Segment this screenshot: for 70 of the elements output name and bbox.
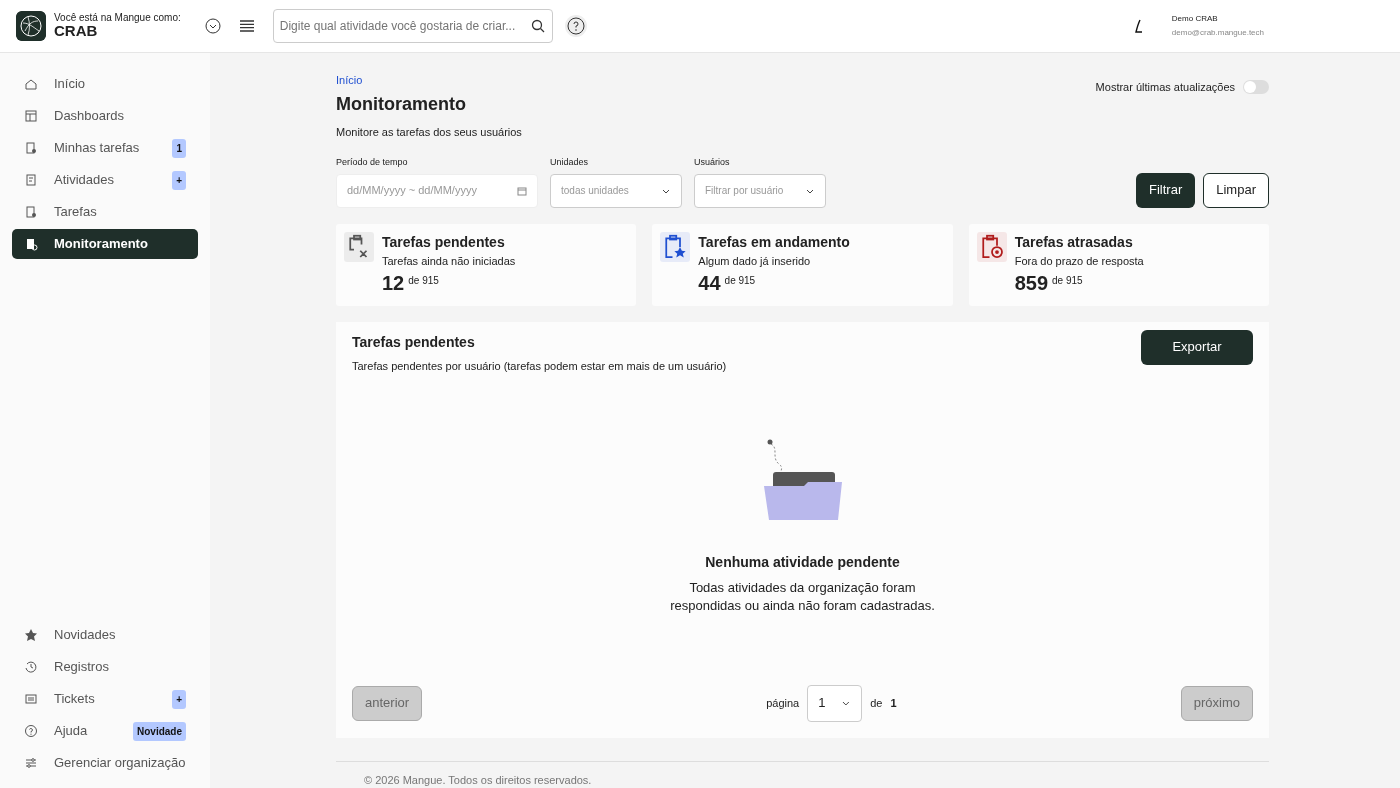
toggle-label: Mostrar últimas atualizações xyxy=(1095,80,1235,95)
panel-title: Tarefas pendentes xyxy=(352,332,476,352)
search-icon[interactable] xyxy=(530,19,545,33)
stat-subtitle: Tarefas ainda não iniciadas xyxy=(382,253,516,269)
page-total: 1 xyxy=(890,695,897,711)
menu-item-icon xyxy=(24,692,38,706)
stat-title: Tarefas pendentes xyxy=(382,232,506,252)
stat-value: 12 xyxy=(382,273,405,294)
sidebar-badge: + xyxy=(172,170,186,190)
menu-item-icon xyxy=(24,237,38,251)
sidebar-item[interactable]: Tarefas xyxy=(12,197,198,227)
menu-item-icon xyxy=(24,756,38,770)
page-of-label: de xyxy=(870,695,883,711)
stat-total: de 915 xyxy=(724,274,756,289)
filter-label: Período de tempo xyxy=(336,156,409,170)
menu-item-icon xyxy=(24,724,38,738)
sidebar-badge: 1 xyxy=(172,138,186,158)
sidebar-item[interactable]: Monitoramento xyxy=(12,229,198,259)
menu-item-icon xyxy=(24,660,38,674)
page-label: página xyxy=(766,695,800,711)
menu-item-icon xyxy=(24,205,38,219)
page-subtitle: Monitore as tarefas dos seus usuários xyxy=(336,124,522,140)
empty-title: Nenhuma atividade pendente xyxy=(705,553,900,573)
sidebar-item[interactable]: Atividades + xyxy=(12,165,198,195)
sidebar-item[interactable]: Ajuda Novidade xyxy=(12,716,198,746)
menu-item-icon xyxy=(24,141,38,155)
chevron-down-icon[interactable] xyxy=(204,18,221,34)
export-button[interactable]: Exportar xyxy=(1141,329,1253,365)
page-select[interactable]: 1 xyxy=(807,684,863,722)
sidebar-item[interactable]: Minhas tarefas 1 xyxy=(12,133,198,163)
menu-item-icon xyxy=(24,628,38,642)
breadcrumb-link[interactable]: Início xyxy=(336,74,363,86)
menu-item-icon xyxy=(24,173,38,187)
stat-total: de 915 xyxy=(1052,274,1083,289)
filter-label: Usuários xyxy=(694,156,731,170)
search-field[interactable]: Digite qual atividade você gostaria de criar... xyxy=(272,9,553,43)
calendar-icon xyxy=(517,185,527,196)
org-name: CRAB xyxy=(54,23,99,40)
help-icon[interactable] xyxy=(564,15,587,37)
stat-title: Tarefas atrasadas xyxy=(1014,232,1134,252)
page-title: Monitoramento xyxy=(336,94,467,116)
sidebar-item[interactable]: Início xyxy=(12,69,198,99)
filter-label: Unidades xyxy=(550,156,590,170)
sidebar-item[interactable]: Registros xyxy=(12,652,198,682)
logo-icon xyxy=(16,11,46,41)
sidebar-badge: Novidade xyxy=(133,721,186,741)
stat-total: de 915 xyxy=(408,274,439,289)
menu-icon[interactable] xyxy=(238,19,255,33)
org-prefix: Você está na Mangue como: xyxy=(54,12,181,24)
empty-message: Todas atividades da organização foram respondidas ou ainda não foram cadastradas. xyxy=(669,579,936,616)
stat-subtitle: Algum dado já inserido xyxy=(698,253,812,269)
sidebar-item[interactable]: Novidades xyxy=(12,620,198,650)
panel-subtitle: Tarefas pendentes por usuário (tarefas podem estar em mais de um usuário) xyxy=(352,358,727,374)
sidebar-item[interactable]: Gerenciar organização xyxy=(12,748,198,778)
footer-text: © 2026 Mangue. Todos os direitos reservados. xyxy=(364,772,593,788)
user-name: Demo CRAB xyxy=(1171,14,1219,24)
menu-item-icon xyxy=(24,109,38,123)
user-email: demo@crab.mangue.tech xyxy=(1171,28,1264,38)
sidebar-item[interactable]: Dashboards xyxy=(12,101,198,131)
stat-subtitle: Fora do prazo de resposta xyxy=(1014,253,1144,269)
stat-title: Tarefas em andamento xyxy=(698,232,850,252)
menu-item-icon xyxy=(24,77,38,91)
sidebar-badge: + xyxy=(172,689,186,709)
filter-button[interactable]: Filtrar xyxy=(1136,172,1196,208)
stat-value: 859 xyxy=(1014,273,1049,294)
clear-button[interactable]: Limpar xyxy=(1203,172,1269,208)
stat-value: 44 xyxy=(698,273,721,294)
avatar-icon[interactable] xyxy=(1133,18,1144,34)
toggle-switch[interactable] xyxy=(1243,80,1269,95)
sidebar-item[interactable]: Tickets + xyxy=(12,684,198,714)
